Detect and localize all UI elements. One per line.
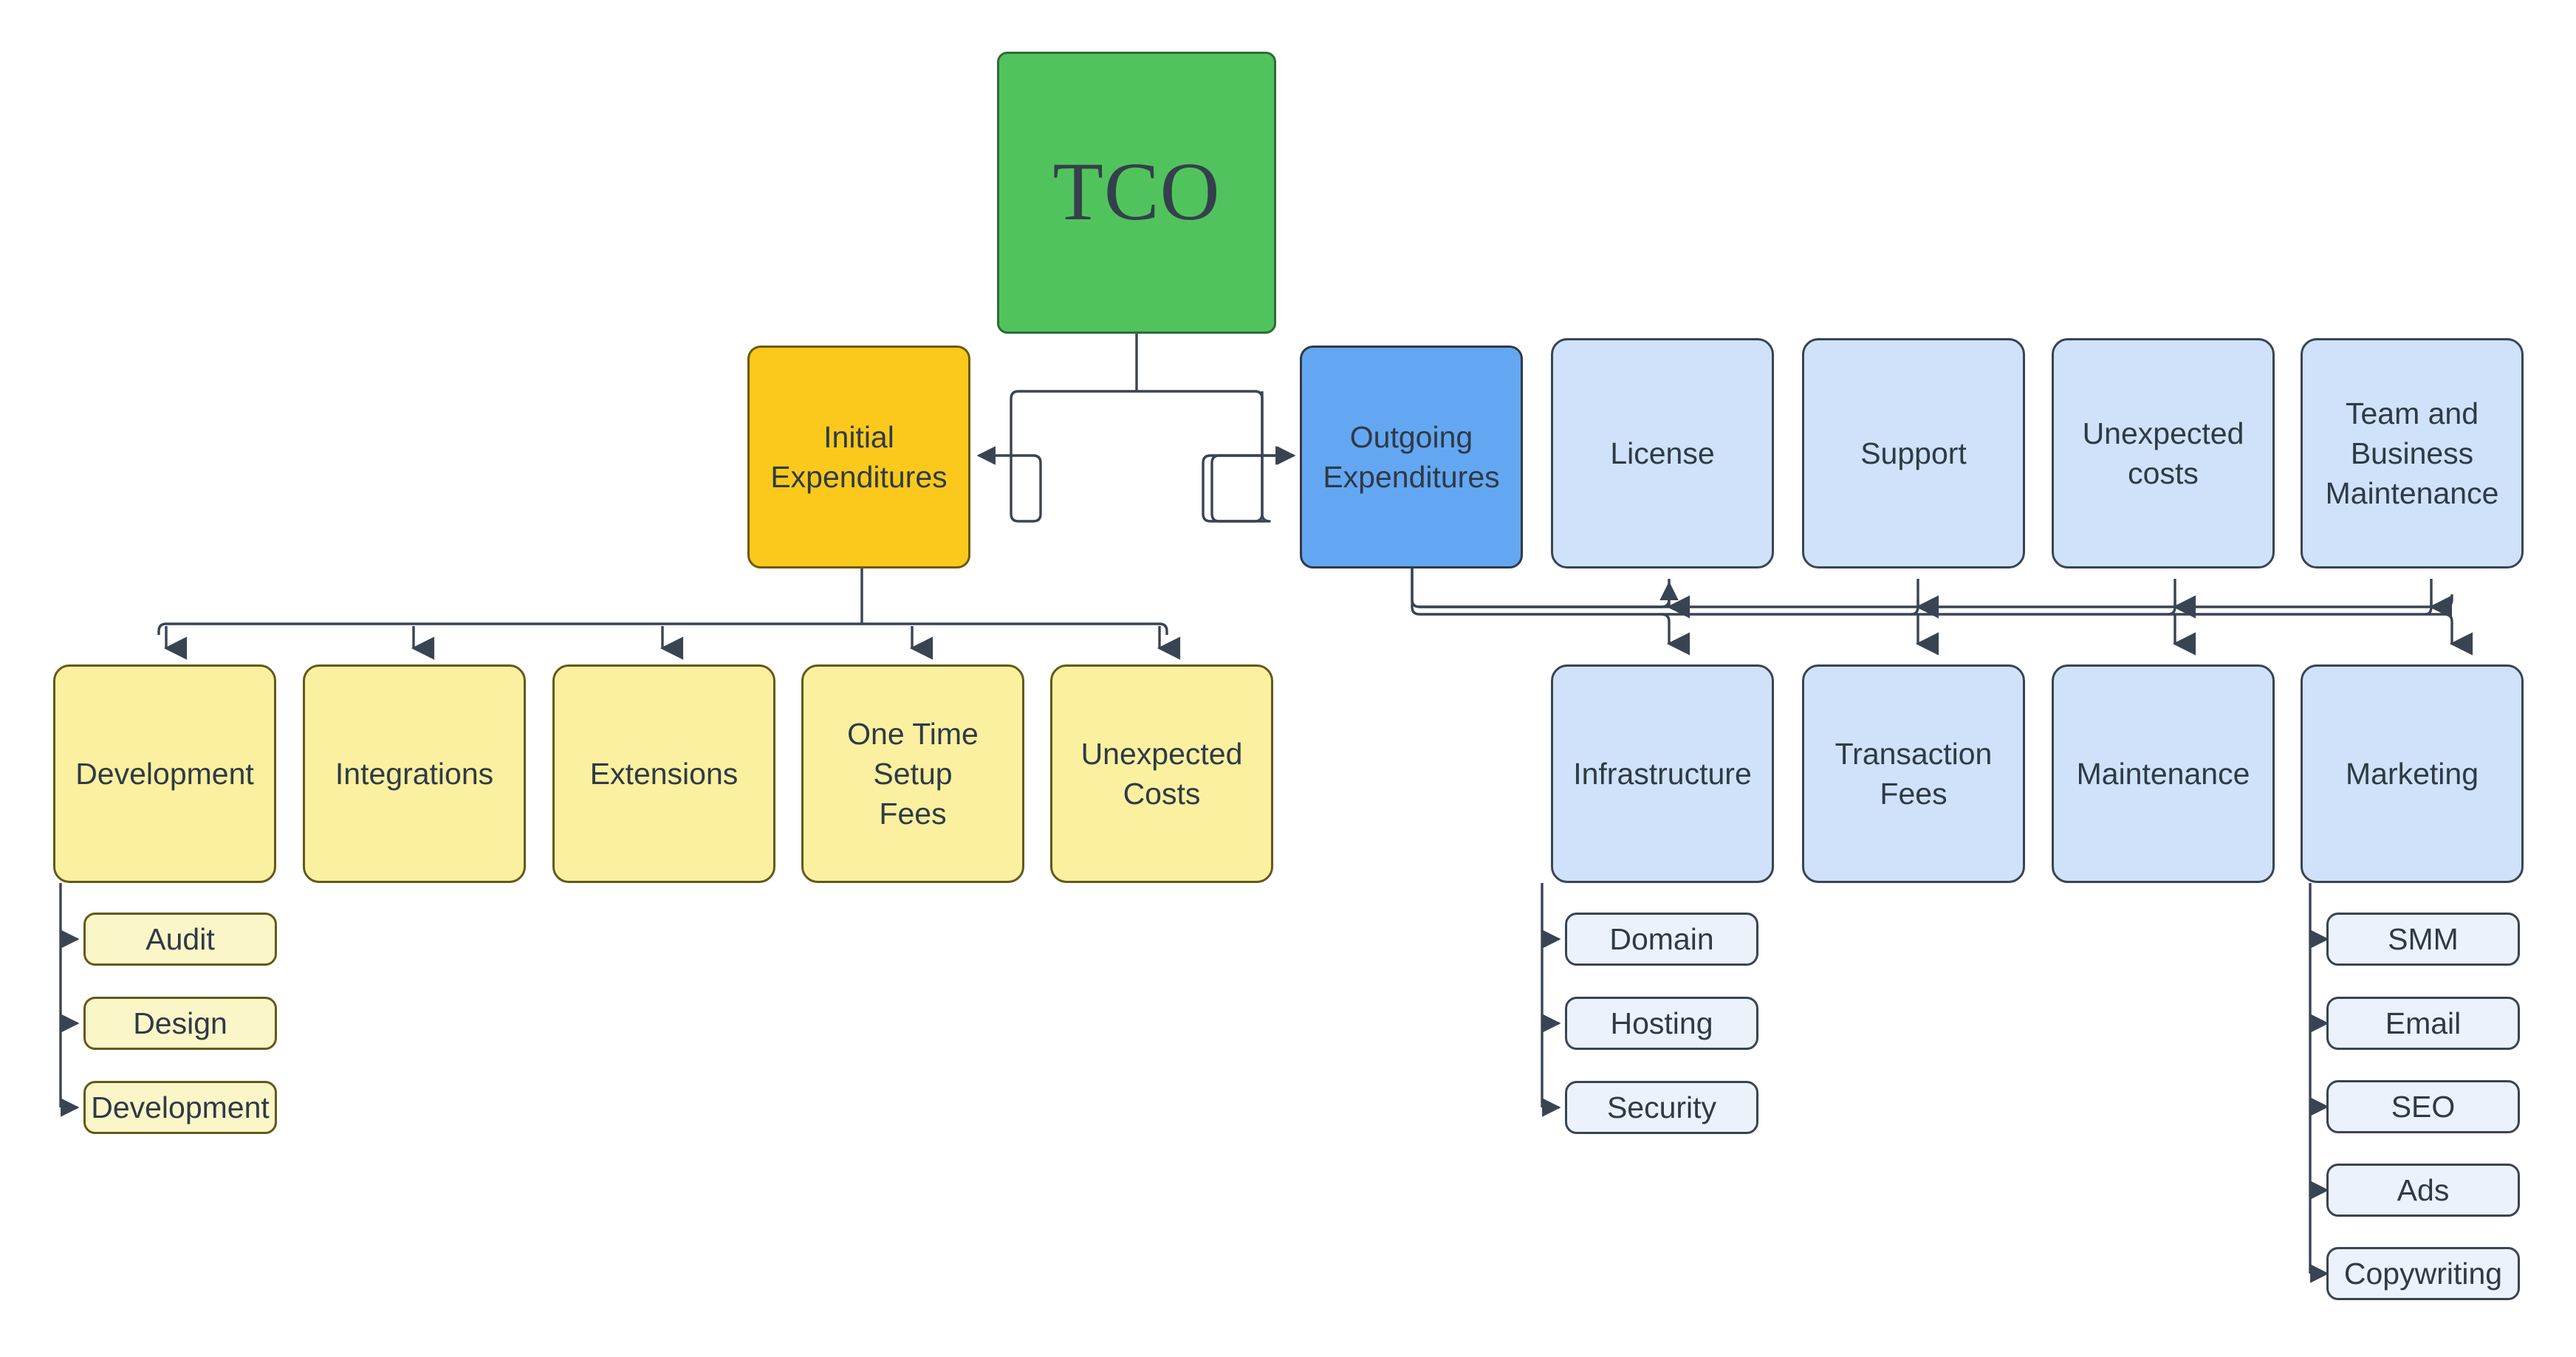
node-seo[interactable]: SEO bbox=[2326, 1080, 2520, 1133]
edge-outgoing-stem-lower bbox=[1411, 568, 2445, 616]
node-domain[interactable]: Domain bbox=[1565, 913, 1758, 966]
edge-outgoing-to-marketing bbox=[2444, 613, 2473, 656]
node-tco-root[interactable]: TCO bbox=[997, 52, 1276, 334]
edge-root-to-outgoing bbox=[1137, 390, 1295, 523]
node-outgoing-expenditures[interactable]: Outgoing Expenditures bbox=[1300, 346, 1523, 568]
node-hosting[interactable]: Hosting bbox=[1565, 997, 1758, 1050]
node-security[interactable]: Security bbox=[1565, 1081, 1758, 1134]
node-unexpected-costs-outgoing[interactable]: Unexpected costs bbox=[2052, 338, 2275, 568]
node-transaction-fees[interactable]: Transaction Fees bbox=[1802, 664, 2025, 883]
node-infrastructure[interactable]: Infrastructure bbox=[1551, 664, 1774, 883]
node-team-and-business-maintenance[interactable]: Team and Business Maintenance bbox=[2301, 338, 2524, 568]
node-license[interactable]: License bbox=[1551, 338, 1774, 568]
node-development-leaf[interactable]: Development bbox=[83, 1081, 277, 1134]
node-email[interactable]: Email bbox=[2326, 997, 2520, 1050]
edge-outgoing-to-license bbox=[1659, 581, 1679, 608]
node-marketing[interactable]: Marketing bbox=[2301, 664, 2524, 883]
edge-root-to-initial bbox=[976, 390, 1137, 523]
node-unexpected-costs-initial[interactable]: Unexpected Costs bbox=[1050, 664, 1273, 883]
node-copywriting[interactable]: Copywriting bbox=[2326, 1247, 2520, 1300]
tco-diagram-canvas: TCO Initial Expenditures Outgoing Expend… bbox=[0, 0, 2576, 1357]
node-ads[interactable]: Ads bbox=[2326, 1164, 2520, 1217]
edge-outgoing-stem bbox=[1411, 568, 1662, 608]
node-audit[interactable]: Audit bbox=[83, 913, 277, 966]
node-development[interactable]: Development bbox=[53, 664, 276, 883]
node-maintenance[interactable]: Maintenance bbox=[2052, 664, 2275, 883]
node-design[interactable]: Design bbox=[83, 997, 277, 1050]
node-initial-expenditures[interactable]: Initial Expenditures bbox=[747, 346, 970, 568]
node-one-time-setup-fees[interactable]: One Time Setup Fees bbox=[801, 664, 1024, 883]
node-smm[interactable]: SMM bbox=[2326, 913, 2520, 966]
node-integrations[interactable]: Integrations bbox=[303, 664, 526, 883]
edge-outgoing-to-infrastructure bbox=[1661, 613, 1690, 656]
node-extensions[interactable]: Extensions bbox=[552, 664, 775, 883]
node-support[interactable]: Support bbox=[1802, 338, 2025, 568]
